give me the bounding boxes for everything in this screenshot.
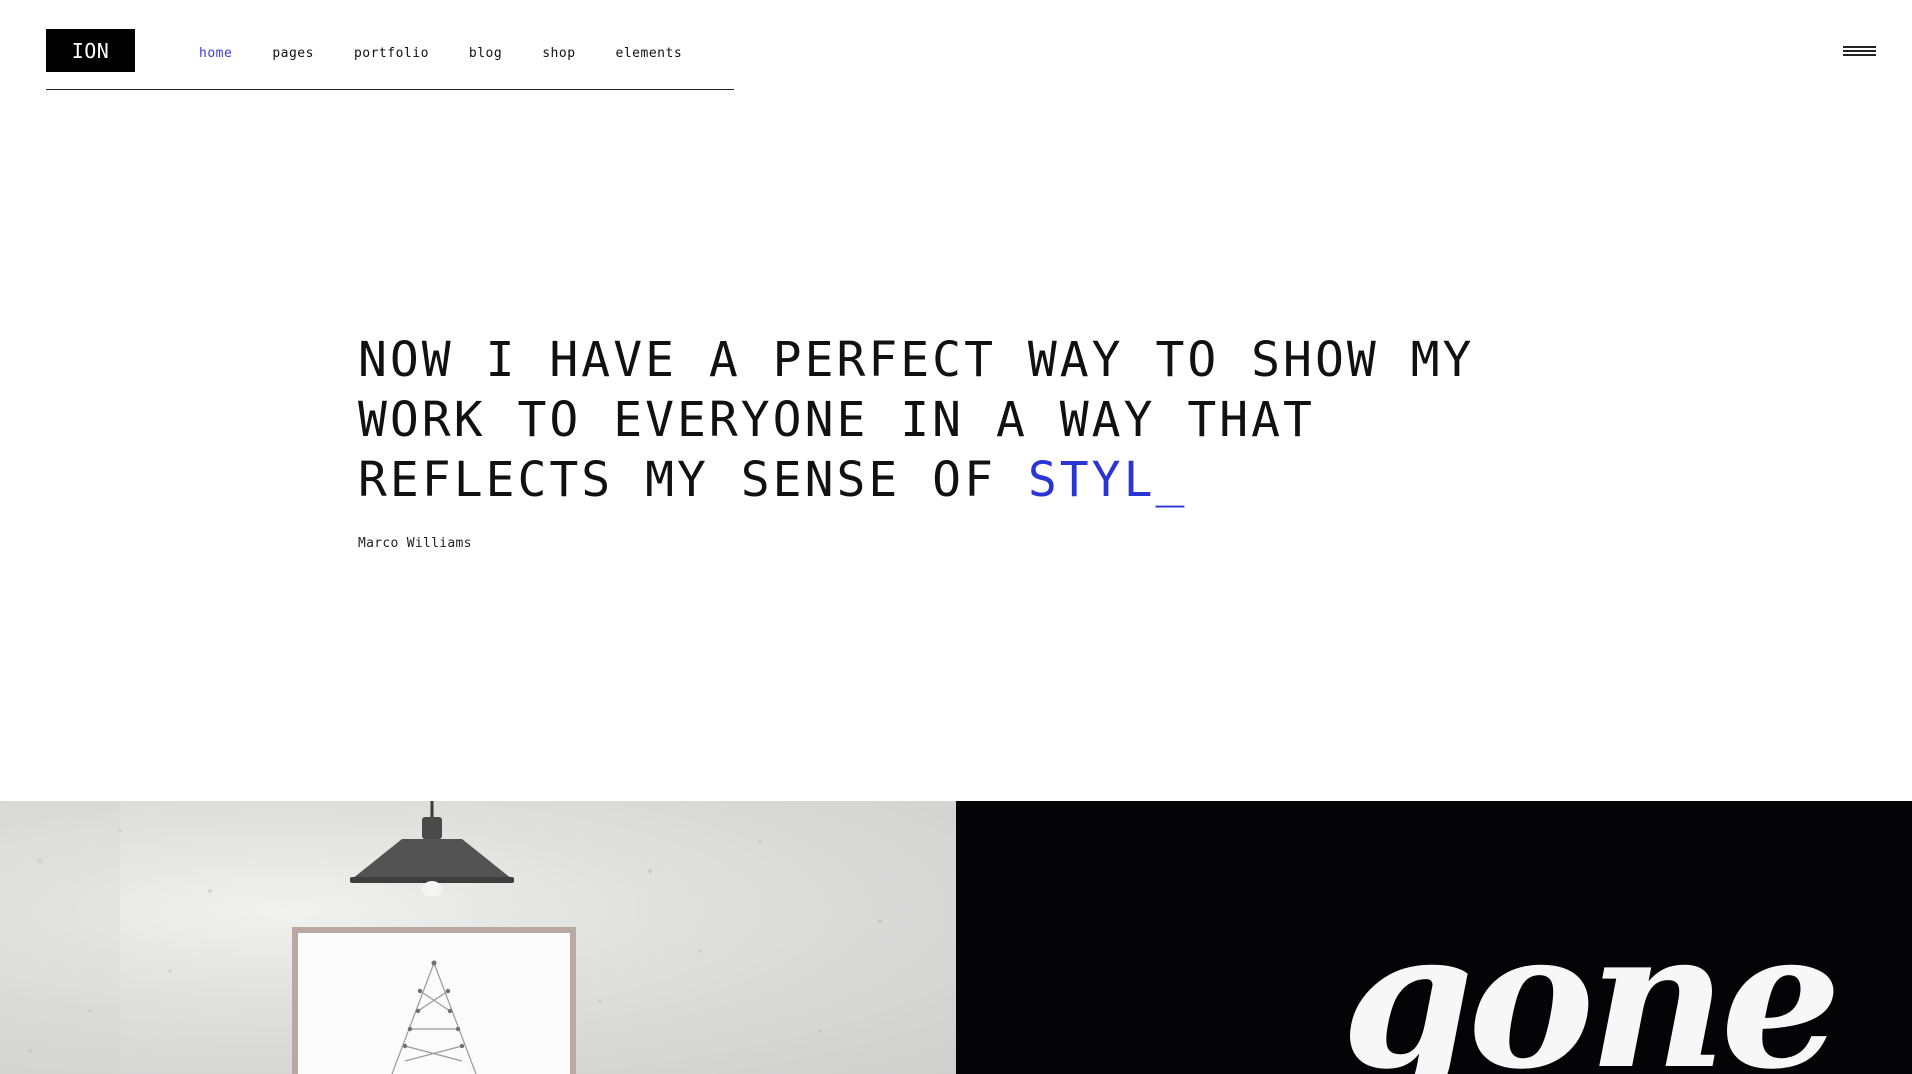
hamburger-menu-icon[interactable] xyxy=(1843,46,1876,60)
logo[interactable]: ION xyxy=(46,29,135,72)
nav-link-pages[interactable]: pages xyxy=(272,46,314,61)
nav-link-blog[interactable]: blog xyxy=(469,46,502,61)
hero-line-2: WORK TO EVERYONE IN A WAY THAT xyxy=(358,392,1315,448)
portfolio-tile-gone-lettering[interactable]: gone xyxy=(956,801,1912,1074)
hero-line-1: NOW I HAVE A PERFECT WAY TO SHOW MY xyxy=(358,332,1475,388)
hero-quote: NOW I HAVE A PERFECT WAY TO SHOW MY WORK… xyxy=(358,330,1558,510)
menu-line xyxy=(1843,46,1876,48)
lamp-frame-illustration xyxy=(0,801,883,1074)
menu-line xyxy=(1843,50,1876,52)
main-nav: home pages portfolio blog shop elements xyxy=(199,46,682,61)
nav-link-elements[interactable]: elements xyxy=(616,46,683,61)
quote-author: Marco Williams xyxy=(358,536,472,551)
hero-accent-text: STYL_ xyxy=(1027,452,1188,508)
portfolio-tile-lamp-frame[interactable] xyxy=(0,801,956,1074)
hero-section: NOW I HAVE A PERFECT WAY TO SHOW MY WORK… xyxy=(358,330,1558,551)
menu-line xyxy=(1843,54,1876,56)
nav-link-home[interactable]: home xyxy=(199,46,232,61)
gone-lettering-artwork: gone xyxy=(1341,888,1842,1074)
hero-line-3: REFLECTS MY SENSE OF xyxy=(358,452,1028,508)
portfolio-tiles: gone xyxy=(0,801,1912,1074)
nav-link-portfolio[interactable]: portfolio xyxy=(354,46,429,61)
gone-script-text: gone xyxy=(1341,888,1836,1074)
nav-link-shop[interactable]: shop xyxy=(542,46,575,61)
site-header: ION home pages portfolio blog shop eleme… xyxy=(46,29,734,90)
